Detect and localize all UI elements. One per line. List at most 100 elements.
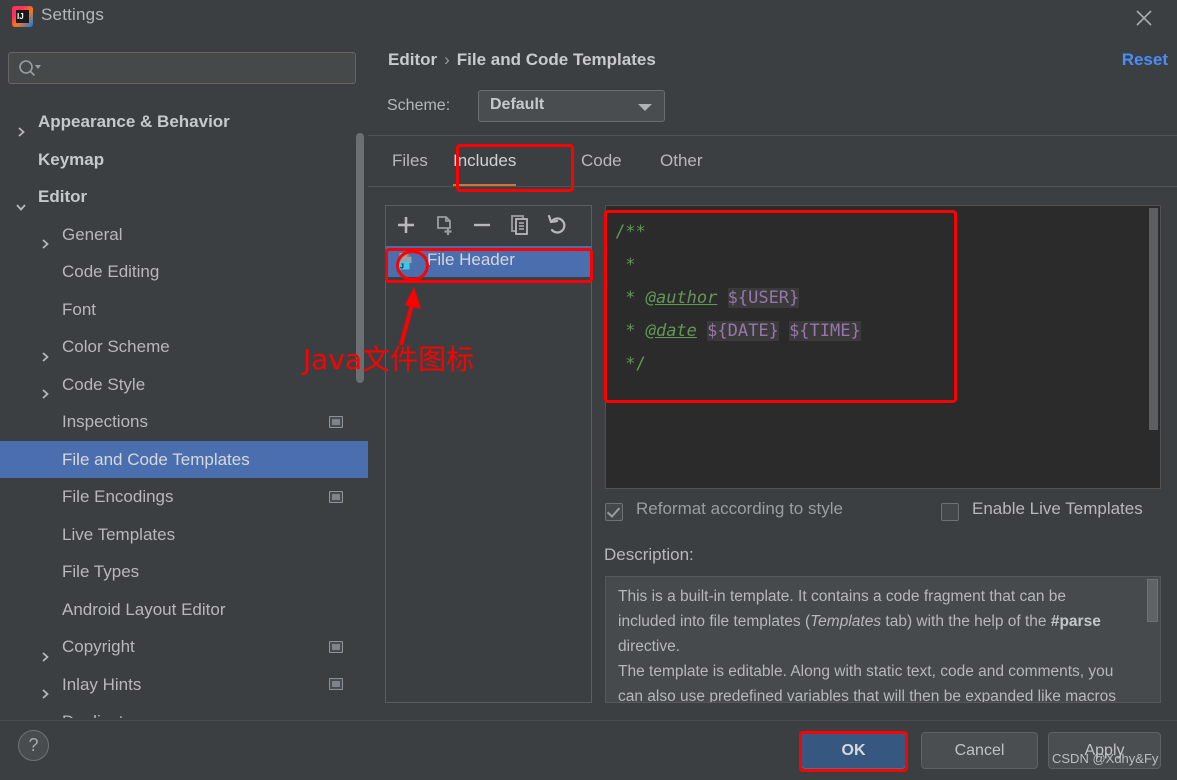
window-title: Settings xyxy=(41,5,105,24)
plus-icon[interactable] xyxy=(394,213,422,239)
sidebar-item-file-types[interactable]: File Types xyxy=(0,553,368,591)
list-item-label: File Header xyxy=(427,250,515,269)
template-code-editor[interactable]: /** * * @author ${USER} * @date ${DATE} … xyxy=(605,205,1161,489)
search-icon xyxy=(18,59,42,79)
tab-other[interactable]: Other xyxy=(660,136,703,186)
chevron-right-icon[interactable] xyxy=(14,115,28,137)
chevron-right-icon[interactable] xyxy=(38,377,52,399)
tab-includes[interactable]: Includes xyxy=(453,136,517,186)
project-scope-icon xyxy=(329,640,343,653)
sidebar-item-label: Appearance & Behavior xyxy=(38,112,230,131)
breadcrumb-separator-icon: › xyxy=(444,50,450,69)
copy-file-icon[interactable] xyxy=(432,213,460,239)
chevron-down-icon[interactable] xyxy=(14,190,28,211)
sidebar-item-label: Code Editing xyxy=(62,262,160,281)
sidebar-item-code-style[interactable]: Code Style xyxy=(0,366,368,404)
sidebar-item-label: Code Style xyxy=(62,374,146,394)
sidebar-item-android-layout-editor[interactable]: Android Layout Editor xyxy=(0,591,368,629)
reformat-checkbox-label: Reformat according to style xyxy=(636,499,843,518)
sidebar-item-inlay-hints[interactable]: Inlay Hints xyxy=(0,666,368,704)
sidebar-item-label: Font xyxy=(62,299,97,319)
description-text: This is a built-in template. It contains… xyxy=(618,584,1128,702)
author-tag: @author xyxy=(645,288,718,308)
chevron-right-icon[interactable] xyxy=(38,227,52,249)
description-scrollbar[interactable] xyxy=(1147,579,1158,622)
settings-content: Editor › File and Code Templates Reset Sch… xyxy=(368,33,1177,720)
search-field[interactable] xyxy=(8,52,356,85)
scheme-select[interactable]: Default xyxy=(478,90,665,122)
sidebar-item-copyright[interactable]: Copyright xyxy=(0,628,368,666)
sidebar-item-general[interactable]: General xyxy=(0,216,368,254)
minus-icon[interactable] xyxy=(470,213,498,239)
sidebar-item-label: Android Layout Editor xyxy=(62,599,226,619)
sidebar-item-live-templates[interactable]: Live Templates xyxy=(0,516,368,554)
sidebar-item-label: Color Scheme xyxy=(62,337,170,356)
sidebar-item-label: Editor xyxy=(38,187,88,206)
sidebar-item-file-and-code-templates[interactable]: File and Code Templates xyxy=(0,440,368,478)
sidebar-scrollbar[interactable] xyxy=(356,133,364,383)
duplicate-icon[interactable] xyxy=(508,213,536,239)
settings-sidebar: Appearance & Behavior Keymap Editor General… xyxy=(0,33,368,720)
sidebar-item-label: Keymap xyxy=(38,149,105,169)
apply-button[interactable]: Apply xyxy=(1048,732,1161,769)
chevron-right-icon[interactable] xyxy=(38,640,52,662)
title-bar: Settings xyxy=(0,0,1177,33)
code-line-3-space xyxy=(717,288,727,308)
ok-button[interactable]: OK xyxy=(801,732,906,769)
sidebar-item-label: File Types xyxy=(62,562,140,581)
sidebar-item-label: Duplicates xyxy=(62,703,141,718)
description-p1c: directive. xyxy=(618,638,681,655)
live-templates-checkbox-label: Enable Live Templates xyxy=(972,499,1143,518)
sidebar-item-label: File and Code Templates xyxy=(62,449,250,469)
sidebar-item-duplicates[interactable]: Duplicates xyxy=(0,703,368,718)
breadcrumb-leaf: File and Code Templates xyxy=(456,50,656,69)
sidebar-item-inspections[interactable]: Inspections xyxy=(0,403,368,441)
list-item[interactable]: J File Header xyxy=(386,246,591,277)
help-button[interactable]: ? xyxy=(18,730,49,761)
code-line-2: * xyxy=(615,255,636,275)
description-label: Description: xyxy=(604,545,694,564)
code-line-3-prefix: * xyxy=(615,288,646,308)
sidebar-item-label: General xyxy=(62,224,123,244)
project-scope-icon xyxy=(329,678,343,691)
sidebar-item-label: File Encodings xyxy=(62,487,174,506)
tab-code[interactable]: Code xyxy=(581,136,622,186)
date-tag: @date xyxy=(645,321,697,341)
sidebar-item-code-editing[interactable]: Code Editing xyxy=(0,253,368,291)
sidebar-item-editor[interactable]: Editor xyxy=(0,178,368,216)
breadcrumb-root[interactable]: Editor xyxy=(388,50,437,69)
template-options: Reformat according to style Enable Live … xyxy=(605,499,1175,527)
intellij-idea-logo-icon xyxy=(12,6,33,27)
reformat-checkbox[interactable] xyxy=(605,503,623,521)
revert-icon[interactable] xyxy=(546,213,574,239)
sidebar-item-file-encodings[interactable]: File Encodings xyxy=(0,478,368,516)
project-scope-icon xyxy=(329,415,343,428)
close-icon[interactable] xyxy=(1121,0,1167,33)
tab-files[interactable]: Files xyxy=(392,136,428,186)
code-line-4-prefix: * xyxy=(615,321,646,341)
description-p1b: tab) with the help of the xyxy=(881,613,1051,630)
time-variable: ${TIME} xyxy=(789,321,861,341)
sidebar-item-appearance-behavior[interactable]: Appearance & Behavior xyxy=(0,103,368,141)
chevron-right-icon[interactable] xyxy=(38,677,52,699)
svg-text:J: J xyxy=(400,264,404,271)
reset-link[interactable]: Reset xyxy=(1122,50,1168,70)
search-input[interactable] xyxy=(47,53,351,85)
description-templates-em: Templates xyxy=(810,613,882,630)
code-editor-scrollbar[interactable] xyxy=(1149,208,1158,430)
sidebar-item-color-scheme[interactable]: Color Scheme xyxy=(0,328,368,366)
sidebar-item-label: Inspections xyxy=(62,412,148,431)
live-templates-checkbox[interactable] xyxy=(941,503,959,521)
cancel-button[interactable]: Cancel xyxy=(921,732,1038,769)
sidebar-item-font[interactable]: Font xyxy=(0,291,368,329)
description-box: This is a built-in template. It contains… xyxy=(605,576,1161,703)
template-code-text: /** * * @author ${USER} * @date ${DATE} … xyxy=(615,216,861,381)
project-scope-icon xyxy=(329,490,343,503)
chevron-right-icon[interactable] xyxy=(38,715,52,718)
chevron-right-icon[interactable] xyxy=(38,340,52,362)
templates-list-panel: J File Header xyxy=(385,205,592,703)
chevron-down-icon xyxy=(638,104,652,111)
templates-toolbar xyxy=(386,206,591,246)
sidebar-item-keymap[interactable]: Keymap xyxy=(0,141,368,179)
breadcrumb: Editor › File and Code Templates xyxy=(388,50,656,70)
